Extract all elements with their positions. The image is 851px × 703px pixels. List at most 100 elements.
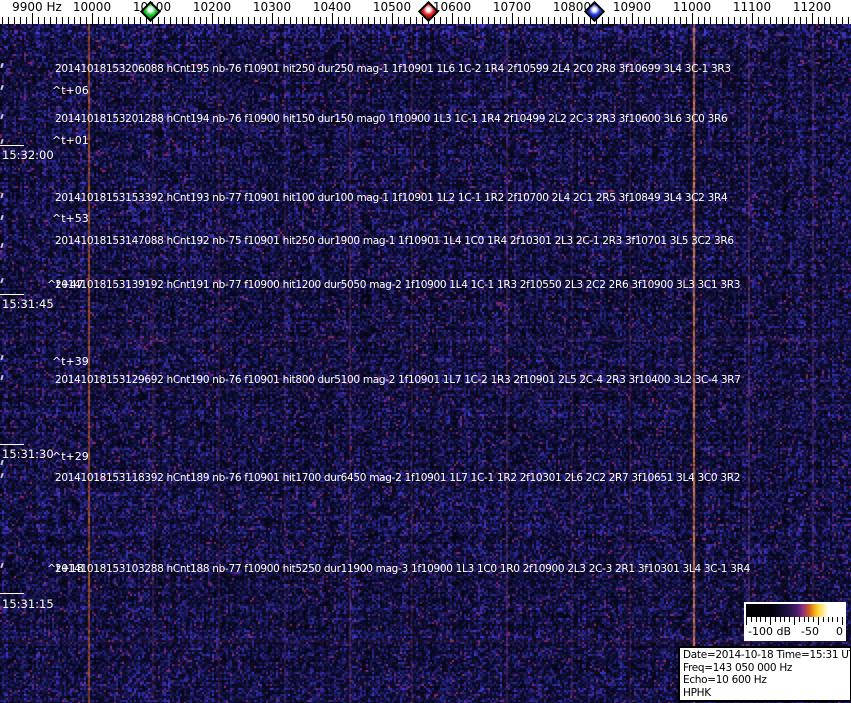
ruler-tick [68, 17, 69, 24]
ruler-tick [470, 17, 471, 24]
ruler-freq-label: 10300 [252, 0, 292, 14]
colorbar-tick [822, 617, 824, 622]
ruler-freq-label: 11100 [732, 0, 772, 14]
ruler-freq-label: 11200 [792, 0, 832, 14]
ruler-tick [746, 17, 747, 24]
colorbar-tick [798, 617, 800, 622]
ruler-tick [728, 17, 729, 24]
ruler-tick [410, 17, 411, 24]
ruler-tick [26, 17, 27, 24]
ruler-tick [764, 17, 765, 24]
ruler-tick [14, 17, 15, 24]
ruler-tick [758, 17, 759, 24]
ruler-tick [398, 17, 399, 24]
frequency-ruler: 9900 Hz100001010010200103001040010500106… [0, 0, 851, 24]
color-scale-ticks [746, 617, 844, 625]
ruler-tick [650, 17, 651, 24]
colorbar-tick [794, 617, 795, 625]
ruler-tick [752, 13, 753, 24]
colorbar-tick [750, 617, 752, 622]
ruler-tick [164, 17, 165, 24]
ruler-tick [92, 13, 93, 24]
ruler-tick [242, 17, 243, 24]
ruler-tick [158, 17, 159, 24]
ruler-tick [98, 17, 99, 24]
ruler-tick [722, 17, 723, 24]
colorbar-tick [808, 617, 810, 622]
ruler-tick [452, 13, 453, 24]
ruler-tick [494, 17, 495, 24]
ruler-tick [542, 17, 543, 24]
ruler-tick [512, 13, 513, 24]
spectrogram-app-window: 9900 Hz100001010010200103001040010500106… [0, 0, 851, 703]
ruler-tick [530, 17, 531, 24]
ruler-tick [104, 17, 105, 24]
info-freq-line: Freq=143 050 000 Hz [683, 661, 793, 674]
ruler-tick [698, 17, 699, 24]
ruler-tick [446, 17, 447, 24]
ruler-tick [218, 17, 219, 24]
ruler-tick [614, 17, 615, 24]
ruler-tick [248, 17, 249, 24]
ruler-tick [524, 17, 525, 24]
ruler-tick [200, 17, 201, 24]
ruler-tick [182, 17, 183, 24]
ruler-tick [56, 17, 57, 24]
ruler-tick [86, 17, 87, 24]
colorbar-tick [760, 617, 762, 622]
ruler-tick [674, 17, 675, 24]
ruler-tick [554, 17, 555, 24]
colorbar-tick [789, 617, 791, 622]
info-station-line: HPHK [683, 686, 711, 699]
ruler-tick [638, 17, 639, 24]
ruler-tick [560, 17, 561, 24]
ruler-tick [440, 17, 441, 24]
ruler-tick [272, 13, 273, 24]
ruler-tick [314, 17, 315, 24]
info-echo-line: Echo=10 600 Hz [683, 674, 767, 686]
ruler-freq-label: 10500 [372, 0, 412, 14]
ruler-tick [500, 17, 501, 24]
ruler-tick [608, 17, 609, 24]
ruler-tick [284, 17, 285, 24]
colorbar-tick [837, 617, 839, 622]
colorbar-tick [770, 617, 771, 625]
ruler-tick [50, 17, 51, 24]
ruler-freq-label: 10700 [492, 0, 532, 14]
ruler-tick [578, 17, 579, 24]
ruler-tick [704, 17, 705, 24]
ruler-tick [458, 17, 459, 24]
ruler-tick [116, 17, 117, 24]
ruler-tick [368, 17, 369, 24]
colorbar-tick [813, 617, 815, 622]
ruler-tick [662, 17, 663, 24]
ruler-tick [350, 17, 351, 24]
ruler-tick [716, 17, 717, 24]
db-label-max: 0 [836, 625, 843, 638]
ruler-tick [344, 17, 345, 24]
colorbar-tick [784, 617, 786, 622]
ruler-tick [8, 17, 9, 24]
ruler-tick [848, 17, 849, 24]
ruler-tick [206, 17, 207, 24]
ruler-tick [224, 17, 225, 24]
colorbar-tick [746, 617, 747, 625]
ruler-tick [308, 17, 309, 24]
colorbar-tick [818, 617, 819, 625]
ruler-tick [266, 17, 267, 24]
ruler-tick [380, 17, 381, 24]
ruler-tick [506, 17, 507, 24]
ruler-tick [404, 17, 405, 24]
ruler-tick [818, 17, 819, 24]
colorbar-tick [832, 617, 834, 622]
ruler-tick [806, 17, 807, 24]
spectrogram-canvas[interactable] [0, 24, 851, 703]
ruler-tick [386, 17, 387, 24]
ruler-tick [62, 17, 63, 24]
colorbar-tick [779, 617, 781, 622]
observation-info-box: Date=2014-10-18 Time=15:31 UTC Freq=143 … [678, 646, 851, 702]
ruler-tick [176, 17, 177, 24]
ruler-tick [254, 17, 255, 24]
ruler-tick [416, 17, 417, 24]
ruler-tick [128, 17, 129, 24]
